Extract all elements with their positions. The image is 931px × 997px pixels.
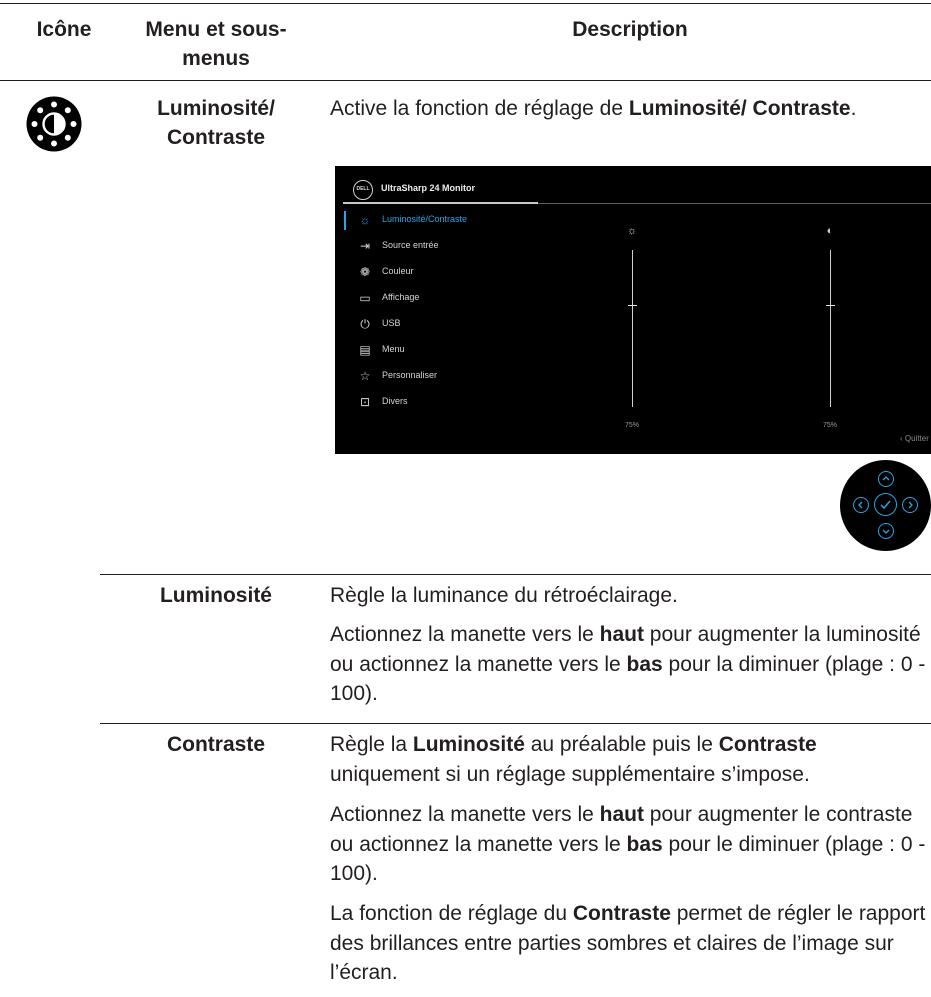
header-description: Description <box>572 18 688 41</box>
input-source-icon: ⇥ <box>359 239 371 253</box>
dell-logo: DELL <box>353 180 373 200</box>
osd-item-display[interactable]: ▭ Affichage <box>357 290 557 308</box>
quit-label[interactable]: ‹ Quitter <box>900 434 929 443</box>
usb-icon: ⏻ <box>360 317 370 331</box>
osd-item-label: Divers <box>382 396 408 406</box>
osd-title-underline-active <box>343 202 538 204</box>
contrast-slider-knob[interactable] <box>826 305 835 306</box>
menu-contrast: Contraste <box>166 733 266 756</box>
header-menu: Menu et sous-menus <box>145 18 287 70</box>
contrast-paragraph-2: Actionnez la manette vers le haut pour a… <box>330 803 926 885</box>
main-description: Active la fonction de réglage de Luminos… <box>330 97 857 120</box>
osd-item-usb[interactable]: ⏻ USB <box>357 316 557 334</box>
palette-icon: ❁ <box>359 265 371 279</box>
osd-title: UltraSharp 24 Monitor <box>381 183 476 193</box>
osd-item-others[interactable]: ⊡ Divers <box>357 394 557 412</box>
brightness-value: 75% <box>624 422 639 429</box>
brightness-slider-knob[interactable] <box>628 305 637 306</box>
up-icon[interactable] <box>878 471 894 487</box>
osd-item-label: USB <box>382 318 401 328</box>
info-icon: ⊡ <box>359 395 371 409</box>
right-icon[interactable] <box>902 497 918 513</box>
osd-item-menu[interactable]: ▤ Menu <box>357 342 557 360</box>
brightness-paragraph-1: Règle la luminance du rétroéclairage. <box>330 584 678 607</box>
row-rule-brightness <box>100 574 931 575</box>
osd-item-brightness-contrast[interactable]: ☼ Luminosité/Contraste <box>357 212 557 230</box>
sun-icon: ☼ <box>359 213 371 227</box>
osd-title-underline <box>538 202 931 204</box>
joystick-control <box>840 460 931 551</box>
osd-selection-marker <box>344 211 346 230</box>
menu-brightness: Luminosité <box>159 584 272 607</box>
contrast-slider-track[interactable] <box>830 250 831 407</box>
table-header-rule <box>0 80 931 81</box>
brightness-slider-track[interactable] <box>632 250 633 407</box>
osd-item-label: Luminosité/Contraste <box>382 214 468 224</box>
osd-item-input-source[interactable]: ⇥ Source entrée <box>357 238 557 256</box>
left-icon[interactable] <box>853 497 869 513</box>
contrast-paragraph-3: La fonction de réglage du Contraste perm… <box>330 902 926 984</box>
star-icon: ☆ <box>359 369 371 383</box>
check-icon[interactable] <box>874 493 897 516</box>
osd-menu-screenshot: DELL UltraSharp 24 Monitor ☼ Luminosité/… <box>335 166 931 454</box>
osd-item-label: Affichage <box>382 292 420 302</box>
contrast-value: 75% <box>822 422 837 429</box>
osd-item-personalize[interactable]: ☆ Personnaliser <box>357 368 557 386</box>
table-top-rule <box>0 3 931 4</box>
down-icon[interactable] <box>878 523 894 539</box>
osd-item-label: Couleur <box>382 266 414 276</box>
brightness-paragraph-2: Actionnez la manette vers le haut pour a… <box>330 623 926 705</box>
menu-icon: ▤ <box>359 343 371 357</box>
menu-brightness-contrast: Luminosité/ Contraste <box>157 97 275 149</box>
display-icon: ▭ <box>359 291 371 305</box>
brightness-contrast-icon <box>26 96 82 152</box>
osd-item-label: Menu <box>382 344 405 354</box>
contrast-slider-icon: ◐ <box>826 225 834 237</box>
header-icon: Icône <box>36 18 92 41</box>
osd-item-label: Personnaliser <box>382 370 438 380</box>
contrast-paragraph-1: Règle la Luminosité au préalable puis le… <box>330 733 817 786</box>
brightness-slider-icon: ☼ <box>626 225 638 237</box>
osd-item-color[interactable]: ❁ Couleur <box>357 264 557 282</box>
row-rule-contrast <box>100 723 931 724</box>
osd-item-label: Source entrée <box>382 240 439 250</box>
